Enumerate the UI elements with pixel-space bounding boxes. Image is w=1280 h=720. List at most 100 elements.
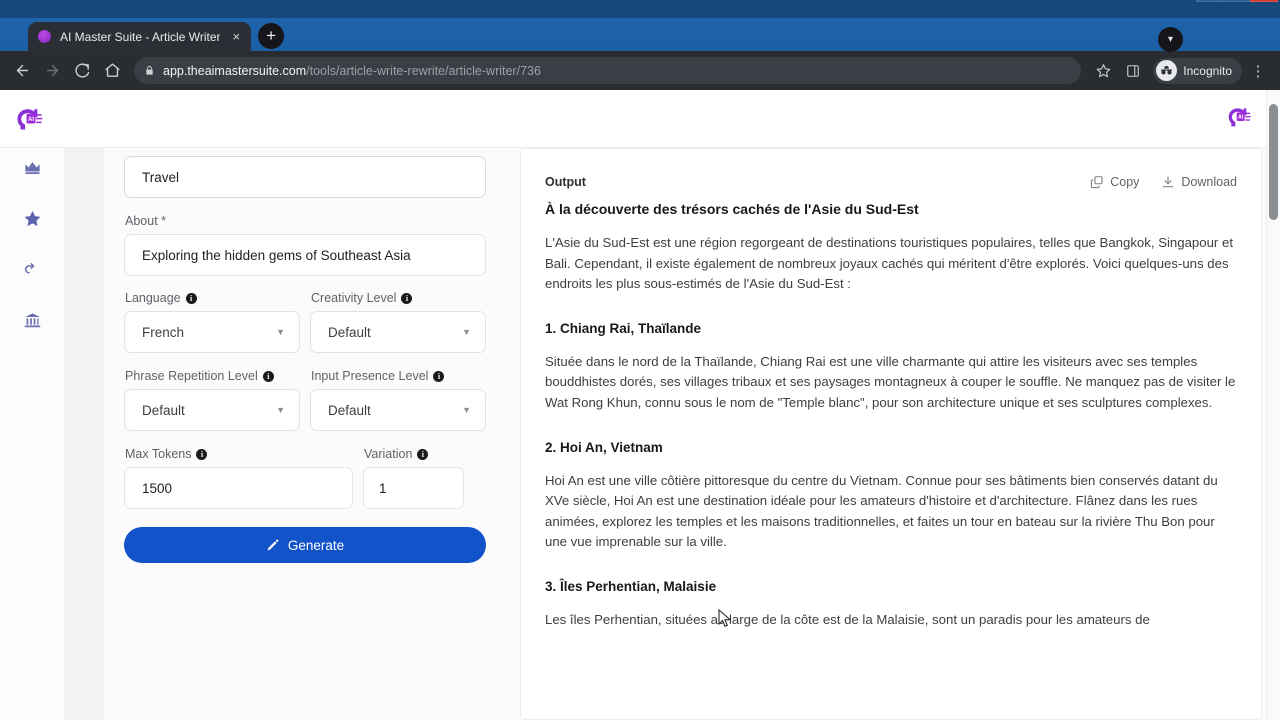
max-tokens-label: Max Tokens i <box>125 447 363 461</box>
tab-strip: AI Master Suite - Article Writer × + ▾ <box>0 18 1280 52</box>
address-bar-url: app.theaimastersuite.com/tools/article-w… <box>163 64 541 78</box>
download-icon <box>1161 175 1175 189</box>
ai-master-suite-logo-icon[interactable]: AI <box>10 101 46 137</box>
app-body: Travel About * Exploring the hidden gems… <box>0 148 1280 720</box>
article-section-heading: 2. Hoi An, Vietnam <box>545 439 663 455</box>
url-path: /tools/article-write-rewrite/article-wri… <box>306 63 541 78</box>
article-section-body: Les îles Perhentian, situées au large de… <box>545 611 1150 627</box>
topic-input[interactable]: Travel <box>124 156 486 198</box>
new-tab-button[interactable]: + <box>258 23 285 49</box>
phrase-repetition-select-value: Default <box>142 402 185 418</box>
info-icon[interactable]: i <box>433 370 445 382</box>
browser-tab[interactable]: AI Master Suite - Article Writer × <box>28 22 252 51</box>
back-icon[interactable] <box>8 57 36 85</box>
side-panel-icon[interactable] <box>1119 57 1147 85</box>
bookmark-star-icon[interactable] <box>1089 57 1117 85</box>
minimize-button[interactable]: – <box>1196 0 1224 2</box>
max-tokens-input[interactable]: 1500 <box>124 467 353 509</box>
generate-button[interactable]: Generate <box>124 527 486 563</box>
tab-close-icon[interactable]: × <box>229 30 243 43</box>
close-window-button[interactable]: ✕ <box>1250 0 1278 2</box>
window-controls: – ❐ ✕ <box>1196 0 1278 3</box>
info-icon[interactable]: i <box>196 448 208 460</box>
copy-label: Copy <box>1110 175 1140 189</box>
variation-label: Variation i <box>364 447 429 461</box>
page-scrollbar[interactable] <box>1266 90 1280 720</box>
output-actions: Copy Download <box>1090 175 1237 189</box>
generate-button-label: Generate <box>287 537 345 553</box>
chrome-menu-icon[interactable]: ⋮ <box>1244 57 1272 85</box>
input-presence-select[interactable]: Default ▼ <box>310 389 486 431</box>
input-presence-select-value: Default <box>328 402 371 418</box>
article-section-body: Située dans le nord de la Thaïlande, Chi… <box>545 353 1236 410</box>
article-title: À la découverte des trésors cachés de l'… <box>545 201 919 217</box>
article-settings-form: Travel About * Exploring the hidden gems… <box>104 148 504 720</box>
forward-icon[interactable] <box>38 57 66 85</box>
tab-favicon-icon <box>38 30 51 43</box>
tab-title: AI Master Suite - Article Writer <box>60 29 221 44</box>
about-label-text: About * <box>125 214 167 228</box>
about-input[interactable]: Exploring the hidden gems of Southeast A… <box>124 234 486 276</box>
incognito-avatar-icon <box>1156 60 1178 81</box>
address-bar[interactable]: app.theaimastersuite.com/tools/article-w… <box>134 57 1082 84</box>
toolbar-right-cluster: Incognito ⋮ <box>1089 57 1272 85</box>
svg-text:AI: AI <box>28 116 34 122</box>
output-header: Output Copy Download <box>545 149 1237 189</box>
info-icon[interactable]: i <box>185 292 197 304</box>
creativity-label-text: Creativity Level <box>311 291 397 305</box>
chevron-down-icon: ▼ <box>276 405 285 415</box>
input-presence-label: Input Presence Level i <box>311 369 486 383</box>
page-scrollbar-thumb[interactable] <box>1269 104 1278 220</box>
variation-value: 1 <box>379 480 387 496</box>
chevron-down-icon: ▼ <box>276 327 285 337</box>
tab-search-chevron-down-icon[interactable]: ▾ <box>1158 27 1183 52</box>
download-label: Download <box>1181 175 1237 189</box>
chevron-down-icon: ▼ <box>462 327 471 337</box>
ai-master-suite-logo-right-icon[interactable]: AI <box>1222 101 1258 137</box>
variation-label-text: Variation <box>364 447 413 461</box>
variation-input[interactable]: 1 <box>363 467 464 509</box>
language-label-text: Language <box>125 291 181 305</box>
article-section-heading: 1. Chiang Rai, Thaïlande <box>545 320 702 336</box>
maximize-button[interactable]: ❐ <box>1223 0 1251 2</box>
sidebar-item-crown[interactable] <box>17 152 47 182</box>
window-titlebar: – ❐ ✕ <box>0 0 1280 18</box>
copy-icon <box>1090 175 1104 189</box>
info-icon[interactable]: i <box>417 448 429 460</box>
browser-toolbar: app.theaimastersuite.com/tools/article-w… <box>0 51 1280 90</box>
sidebar-item-favorites[interactable] <box>17 203 47 233</box>
lock-icon <box>144 65 155 76</box>
copy-button[interactable]: Copy <box>1090 175 1139 189</box>
output-card: Output Copy Download À la découverte des… <box>520 148 1262 720</box>
sidebar-item-library[interactable] <box>17 305 47 335</box>
sidebar-item-history[interactable] <box>17 254 47 284</box>
creativity-select-value: Default <box>328 324 371 340</box>
info-icon[interactable]: i <box>401 292 413 304</box>
pen-icon <box>266 538 280 552</box>
chevron-down-icon: ▼ <box>462 405 471 415</box>
about-label: About * <box>125 214 486 228</box>
url-domain: app.theaimastersuite.com <box>163 63 307 78</box>
info-icon[interactable]: i <box>262 370 274 382</box>
incognito-indicator[interactable]: Incognito <box>1153 57 1242 84</box>
creativity-select[interactable]: Default ▼ <box>310 311 486 353</box>
article-section-heading: 3. Îles Perhentian, Malaisie <box>545 578 717 594</box>
home-icon[interactable] <box>98 57 126 85</box>
language-select-value: French <box>142 324 185 340</box>
svg-text:AI: AI <box>1238 114 1244 120</box>
phrase-repetition-label-text: Phrase Repetition Level <box>125 369 258 383</box>
output-title: Output <box>545 175 586 189</box>
max-tokens-label-text: Max Tokens <box>125 447 192 461</box>
article-intro: L'Asie du Sud-Est est une région regorge… <box>545 235 1233 292</box>
download-button[interactable]: Download <box>1161 175 1237 189</box>
language-select[interactable]: French ▼ <box>124 311 300 353</box>
rail-gutter <box>64 148 104 720</box>
browser-window: – ❐ ✕ AI Master Suite - Article Writer ×… <box>0 0 1280 720</box>
app-header: AI AI <box>0 90 1280 148</box>
max-tokens-value: 1500 <box>142 480 173 496</box>
phrase-repetition-label: Phrase Repetition Level i <box>125 369 300 383</box>
page-viewport: AI AI Travel About * Exploring the hidde… <box>0 90 1280 720</box>
output-column: Output Copy Download À la découverte des… <box>504 148 1280 720</box>
reload-icon[interactable] <box>68 57 96 85</box>
phrase-repetition-select[interactable]: Default ▼ <box>124 389 300 431</box>
